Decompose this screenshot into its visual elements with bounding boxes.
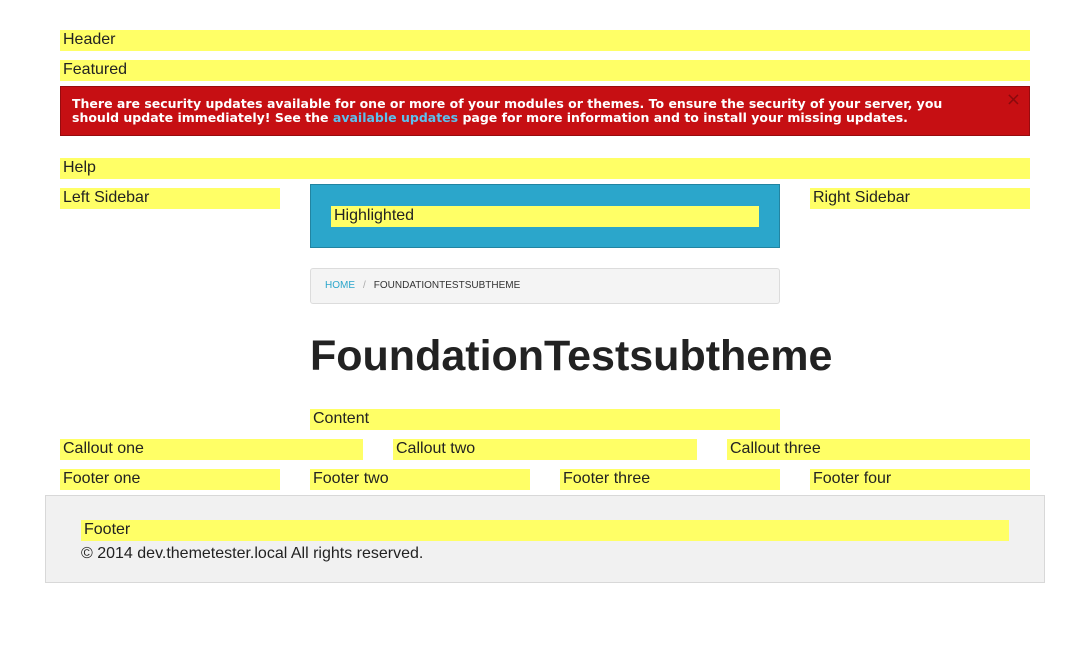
alert-text-after: page for more information and to install… (458, 110, 908, 125)
footer-region: Footer (81, 520, 1009, 541)
right-sidebar-region: Right Sidebar (810, 188, 1030, 209)
footer-two-region: Footer two (310, 469, 530, 490)
footer-three-region: Footer three (560, 469, 780, 490)
footer-four-region: Footer four (810, 469, 1030, 490)
header-region: Header (60, 30, 1030, 51)
available-updates-link[interactable]: available updates (333, 110, 458, 125)
security-update-alert: There are security updates available for… (60, 86, 1030, 136)
content-region: Content (310, 409, 780, 430)
copyright-text: © 2014 dev.themetester.local All rights … (81, 545, 424, 562)
page-title: FoundationTestsubtheme (310, 332, 833, 380)
highlighted-panel: Highlighted (310, 184, 780, 248)
breadcrumb-home-link[interactable]: HOME (325, 280, 355, 291)
help-region: Help (60, 158, 1030, 179)
callout-three-region: Callout three (727, 439, 1030, 460)
callout-one-region: Callout one (60, 439, 363, 460)
left-sidebar-region: Left Sidebar (60, 188, 280, 209)
breadcrumb: HOME / FOUNDATIONTESTSUBTHEME (310, 268, 780, 304)
callout-two-region: Callout two (393, 439, 697, 460)
close-icon[interactable]: × (1006, 91, 1021, 109)
highlighted-region: Highlighted (331, 206, 759, 227)
footer-one-region: Footer one (60, 469, 280, 490)
breadcrumb-separator: / (363, 280, 366, 291)
breadcrumb-current: FOUNDATIONTESTSUBTHEME (373, 280, 521, 291)
featured-region: Featured (60, 60, 1030, 81)
